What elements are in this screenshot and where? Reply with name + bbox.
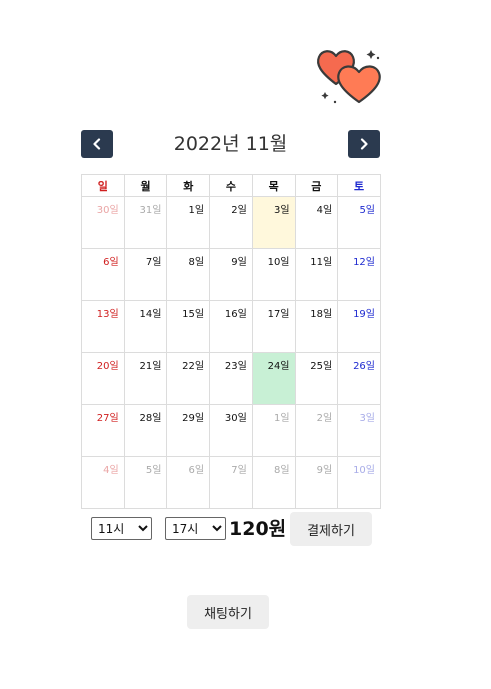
calendar-day-cell[interactable]: 1일	[251, 404, 296, 457]
calendar-day-cell[interactable]: 14일	[123, 300, 168, 353]
prev-month-button[interactable]	[81, 130, 113, 158]
calendar-day-cell[interactable]: 5일	[123, 456, 168, 509]
calendar-day-cell[interactable]: 27일	[81, 404, 125, 457]
end-time-select[interactable]: 17시	[165, 517, 226, 540]
weekday-fri: 금	[294, 174, 339, 197]
calendar-day-cell[interactable]: 5일	[337, 196, 381, 249]
calendar-day-cell[interactable]: 23일	[209, 352, 253, 405]
calendar-day-cell[interactable]: 30일	[209, 404, 253, 457]
calendar-day-cell[interactable]: 1일	[166, 196, 211, 249]
calendar-day-cell[interactable]: 8일	[251, 456, 296, 509]
calendar-day-cell[interactable]: 26일	[337, 352, 381, 405]
calendar-day-cell[interactable]: 15일	[166, 300, 211, 353]
calendar-day-cell[interactable]: 4일	[81, 456, 125, 509]
calendar-day-cell[interactable]: 12일	[337, 248, 381, 301]
next-month-button[interactable]	[348, 130, 380, 158]
calendar-day-cell[interactable]: 16일	[209, 300, 253, 353]
weekday-wed: 수	[209, 174, 253, 197]
calendar-day-cell[interactable]: 30일	[81, 196, 125, 249]
calendar-day-cell[interactable]: 25일	[294, 352, 339, 405]
calendar-day-cell[interactable]: 9일	[209, 248, 253, 301]
calendar-week-row: 6일 7일 8일 9일 10일 11일 12일	[81, 248, 381, 301]
calendar-day-cell[interactable]: 21일	[123, 352, 168, 405]
calendar-week-row: 20일 21일 22일 23일 24일 25일 26일	[81, 352, 381, 405]
calendar-week-row: 30일 31일 1일 2일 3일 4일 5일	[81, 196, 381, 249]
weekday-tue: 화	[166, 174, 211, 197]
chevron-left-icon	[93, 138, 101, 150]
weekday-header-row: 일 월 화 수 목 금 토	[81, 174, 381, 197]
calendar-day-cell[interactable]: 9일	[294, 456, 339, 509]
calendar-day-cell[interactable]: 28일	[123, 404, 168, 457]
weekday-mon: 월	[123, 174, 168, 197]
calendar-week-row: 13일 14일 15일 16일 17일 18일 19일	[81, 300, 381, 353]
calendar-day-cell[interactable]: 22일	[166, 352, 211, 405]
calendar-day-cell[interactable]: 2일	[294, 404, 339, 457]
calendar-day-cell[interactable]: 10일	[337, 456, 381, 509]
calendar-day-cell[interactable]: 2일	[209, 196, 253, 249]
calendar-day-cell[interactable]: 10일	[251, 248, 296, 301]
calendar-day-cell[interactable]: 7일	[209, 456, 253, 509]
calendar-grid: 일 월 화 수 목 금 토 30일 31일 1일 2일 3일 4일 5일 6일 7일 8일 9일 10…	[81, 174, 381, 509]
calendar-body: 30일 31일 1일 2일 3일 4일 5일 6일 7일 8일 9일 10일 11일 12일 13일 14일 1…	[81, 196, 381, 509]
hearts-icon	[317, 50, 381, 104]
calendar-day-cell[interactable]: 31일	[123, 196, 168, 249]
calendar-day-cell[interactable]: 8일	[166, 248, 211, 301]
calendar-day-cell[interactable]: 17일	[251, 300, 296, 353]
calendar-day-cell[interactable]: 6일	[81, 248, 125, 301]
weekday-sat: 토	[337, 174, 381, 197]
calendar-day-cell[interactable]: 3일	[251, 196, 296, 249]
weekday-thu: 목	[251, 174, 296, 197]
start-time-select[interactable]: 11시	[91, 517, 152, 540]
chevron-right-icon	[360, 138, 368, 150]
calendar-day-cell[interactable]: 11일	[294, 248, 339, 301]
month-title: 2022년 11월	[173, 133, 288, 155]
price-label: 120원	[229, 518, 287, 540]
calendar-day-cell[interactable]: 13일	[81, 300, 125, 353]
calendar-day-cell[interactable]: 3일	[337, 404, 381, 457]
calendar-day-cell[interactable]: 7일	[123, 248, 168, 301]
calendar-day-cell[interactable]: 20일	[81, 352, 125, 405]
calendar-day-cell[interactable]: 4일	[294, 196, 339, 249]
calendar-day-cell[interactable]: 6일	[166, 456, 211, 509]
calendar-day-cell[interactable]: 29일	[166, 404, 211, 457]
calendar-week-row: 4일 5일 6일 7일 8일 9일 10일	[81, 456, 381, 509]
pay-button[interactable]: 결제하기	[290, 512, 372, 546]
calendar-day-cell[interactable]: 19일	[337, 300, 381, 353]
calendar-day-cell[interactable]: 24일	[251, 352, 296, 405]
chat-button[interactable]: 채팅하기	[187, 595, 269, 629]
weekday-sun: 일	[81, 174, 125, 197]
calendar-day-cell[interactable]: 18일	[294, 300, 339, 353]
calendar-week-row: 27일 28일 29일 30일 1일 2일 3일	[81, 404, 381, 457]
